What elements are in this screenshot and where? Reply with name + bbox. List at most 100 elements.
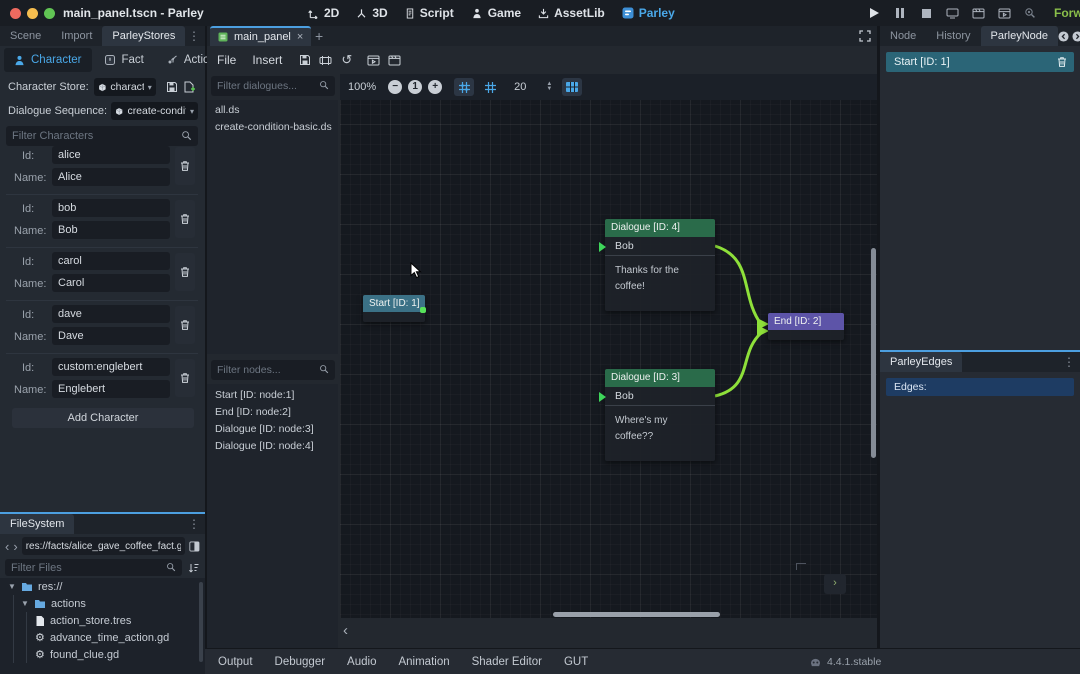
menu-parley[interactable]: Parley xyxy=(622,6,675,20)
remote-debug-button[interactable] xyxy=(944,5,960,21)
menu-assetlib[interactable]: AssetLib xyxy=(538,6,605,20)
close-tab-icon[interactable]: × xyxy=(297,31,303,43)
dialogue-file-item[interactable]: create-condition-basic.ds xyxy=(207,119,338,136)
tab-import[interactable]: Import xyxy=(51,26,102,46)
history-forward-icon[interactable] xyxy=(1072,31,1080,42)
filter-nodes-input[interactable] xyxy=(211,360,335,380)
movie-mode-button[interactable] xyxy=(996,5,1012,21)
pause-button[interactable] xyxy=(892,5,908,21)
character-name-field[interactable] xyxy=(52,168,170,186)
expand-editor-icon[interactable] xyxy=(859,30,871,42)
nav-forward-icon[interactable]: › xyxy=(13,539,17,554)
tab-parleystores[interactable]: ParleyStores xyxy=(102,26,185,46)
save-store-button[interactable] xyxy=(164,79,181,96)
graph-node-dialogue-4[interactable]: Dialogue [ID: 4] Bob Thanks for the coff… xyxy=(605,219,715,311)
path-field[interactable] xyxy=(22,537,186,555)
bottom-tab-debugger[interactable]: Debugger xyxy=(264,656,337,668)
character-id-field[interactable] xyxy=(52,305,170,323)
tab-main-panel[interactable]: main_panel × xyxy=(210,26,311,46)
menu-game[interactable]: Game xyxy=(471,6,521,20)
character-name-field[interactable] xyxy=(52,274,170,292)
collapse-icon[interactable]: ▼ xyxy=(21,599,29,608)
tab-character[interactable]: Character xyxy=(4,48,92,72)
character-id-field[interactable] xyxy=(52,199,170,217)
collapse-sidebar-icon[interactable]: ‹ xyxy=(343,622,348,639)
menu-2d[interactable]: 2D xyxy=(308,6,339,20)
character-id-field[interactable] xyxy=(52,358,170,376)
save-dialogue-button[interactable] xyxy=(296,52,313,69)
character-name-field[interactable] xyxy=(52,221,170,239)
menu-3d[interactable]: 3D xyxy=(356,6,387,20)
parleyedges-menu-icon[interactable]: ⋮ xyxy=(1063,355,1080,369)
file-menu[interactable]: File xyxy=(209,53,244,67)
split-view-icon[interactable] xyxy=(189,540,200,553)
bottom-tab-audio[interactable]: Audio xyxy=(336,656,387,668)
tree-item-res[interactable]: ▼ res:// xyxy=(0,578,205,595)
graph-canvas[interactable]: 100% − 1 + 20 ▲▼ xyxy=(340,74,877,618)
filter-dialogues-input[interactable] xyxy=(211,76,335,96)
tab-filesystem[interactable]: FileSystem xyxy=(0,514,74,534)
close-window-button[interactable] xyxy=(10,8,21,19)
history-back-icon[interactable] xyxy=(1058,31,1069,42)
refresh-button[interactable]: ↺ xyxy=(338,52,355,69)
play-button[interactable] xyxy=(866,5,882,21)
debug-options-button[interactable] xyxy=(1022,5,1038,21)
version-info[interactable]: 4.4.1.stable xyxy=(810,649,881,674)
zoom-window-button[interactable] xyxy=(44,8,55,19)
character-id-field[interactable] xyxy=(52,146,170,164)
collapse-icon[interactable]: ▼ xyxy=(8,582,16,591)
tab-parleyedges[interactable]: ParleyEdges xyxy=(880,352,962,372)
bottom-tab-shader-editor[interactable]: Shader Editor xyxy=(461,656,553,668)
graph-node-dialogue-3[interactable]: Dialogue [ID: 3] Bob Where's my coffee?? xyxy=(605,369,715,461)
left-dock-menu-icon[interactable]: ⋮ xyxy=(188,29,205,43)
run-dialogue-button[interactable] xyxy=(365,52,382,69)
filter-characters-input[interactable] xyxy=(6,126,198,146)
node-list-item[interactable]: End [ID: node:2] xyxy=(207,404,338,421)
delete-node-button[interactable] xyxy=(1056,56,1068,68)
menu-script[interactable]: Script xyxy=(405,6,454,20)
graph-node-start[interactable]: Start [ID: 1] xyxy=(363,295,425,322)
auto-arrange-button[interactable] xyxy=(317,52,334,69)
new-store-button[interactable] xyxy=(181,79,198,96)
bottom-tab-gut[interactable]: GUT xyxy=(553,656,599,668)
stop-button[interactable] xyxy=(918,5,934,21)
node-list-item[interactable]: Dialogue [ID: node:4] xyxy=(207,438,338,455)
tab-history[interactable]: History xyxy=(926,26,980,46)
character-name-field[interactable] xyxy=(52,327,170,345)
input-port-icon[interactable] xyxy=(599,392,606,402)
tree-item-actions[interactable]: ▼ actions xyxy=(14,595,205,612)
character-store-dropdown[interactable]: charact ▾ xyxy=(94,78,156,96)
delete-character-button[interactable] xyxy=(175,200,195,238)
minimap-expand-button[interactable]: › xyxy=(824,574,846,594)
delete-character-button[interactable] xyxy=(175,253,195,291)
tree-scrollbar[interactable] xyxy=(199,582,203,662)
tab-parleynode[interactable]: ParleyNode xyxy=(981,26,1058,46)
sort-files-icon[interactable] xyxy=(188,562,200,574)
bottom-tab-output[interactable]: Output xyxy=(207,656,264,668)
tab-fact[interactable]: Fact xyxy=(94,48,154,72)
minimize-window-button[interactable] xyxy=(27,8,38,19)
filesystem-menu-icon[interactable]: ⋮ xyxy=(188,517,205,531)
bottom-tab-animation[interactable]: Animation xyxy=(387,656,460,668)
new-tab-button[interactable]: + xyxy=(315,28,323,44)
run-dialogue-from-button[interactable] xyxy=(386,52,403,69)
character-name-field[interactable] xyxy=(52,380,170,398)
dialogue-file-item[interactable]: all.ds xyxy=(207,102,338,119)
tree-item-found-clue[interactable]: ⚙ found_clue.gd xyxy=(27,646,205,663)
node-list-item[interactable]: Start [ID: node:1] xyxy=(207,387,338,404)
graph-node-end[interactable]: End [ID: 2] xyxy=(768,313,844,340)
tab-node[interactable]: Node xyxy=(880,26,926,46)
character-id-field[interactable] xyxy=(52,252,170,270)
renderer-dropdown[interactable]: Forward+ ▼ xyxy=(1054,6,1080,20)
filter-files-input[interactable] xyxy=(5,559,182,576)
dialogue-sequence-dropdown[interactable]: create-conditi ▾ xyxy=(111,102,198,120)
delete-character-button[interactable] xyxy=(175,359,195,397)
node-list-item[interactable]: Dialogue [ID: node:3] xyxy=(207,421,338,438)
delete-character-button[interactable] xyxy=(175,306,195,344)
graph-vertical-scrollbar[interactable] xyxy=(871,248,876,458)
input-port-icon[interactable] xyxy=(599,242,606,252)
delete-character-button[interactable] xyxy=(175,147,195,185)
add-character-button[interactable]: Add Character xyxy=(12,408,194,428)
graph-horizontal-scrollbar[interactable] xyxy=(553,612,720,617)
nav-back-icon[interactable]: ‹ xyxy=(5,539,9,554)
